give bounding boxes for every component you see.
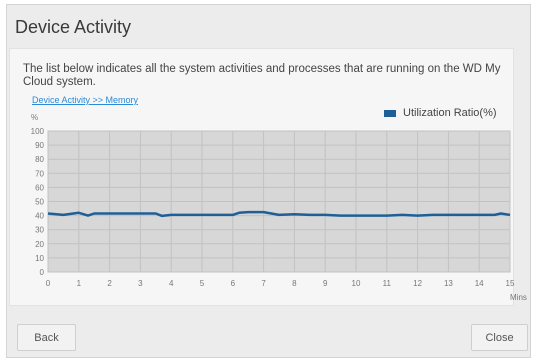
x-tick-label: 3 <box>138 279 143 288</box>
x-tick-label: 9 <box>323 279 328 288</box>
x-tick-label: 0 <box>46 279 51 288</box>
x-tick-label: 7 <box>261 279 266 288</box>
x-tick-label: 13 <box>444 279 453 288</box>
y-tick-label: 60 <box>35 183 44 192</box>
x-tick-label: 11 <box>383 279 392 288</box>
x-tick-label: 15 <box>506 279 515 288</box>
y-tick-label: 40 <box>35 212 44 221</box>
back-button[interactable]: Back <box>17 324 76 351</box>
x-tick-label: 14 <box>475 279 484 288</box>
y-tick-label: 20 <box>35 240 44 249</box>
y-tick-label: 70 <box>35 169 44 178</box>
y-tick-label: 90 <box>35 141 44 150</box>
y-tick-label: 0 <box>40 268 45 277</box>
x-tick-label: 5 <box>200 279 205 288</box>
y-tick-label: 100 <box>31 127 45 136</box>
y-tick-label: 50 <box>35 198 44 207</box>
y-tick-label: 80 <box>35 155 44 164</box>
utilization-chart: 0102030405060708090100 0 1 2 3 4 5 6 7 8 9 10 11 12 1… <box>31 127 527 302</box>
x-tick-label: 1 <box>77 279 82 288</box>
x-tick-label: 6 <box>231 279 236 288</box>
x-tick-label: 10 <box>352 279 361 288</box>
x-tick-label: 4 <box>169 279 174 288</box>
x-tick-label: 12 <box>413 279 422 288</box>
close-button[interactable]: Close <box>471 324 528 351</box>
y-tick-label: 30 <box>35 226 44 235</box>
x-axis-label: Mins <box>510 293 527 302</box>
x-tick-label: 2 <box>107 279 112 288</box>
y-tick-label: 10 <box>35 254 44 263</box>
x-tick-label: 8 <box>292 279 297 288</box>
